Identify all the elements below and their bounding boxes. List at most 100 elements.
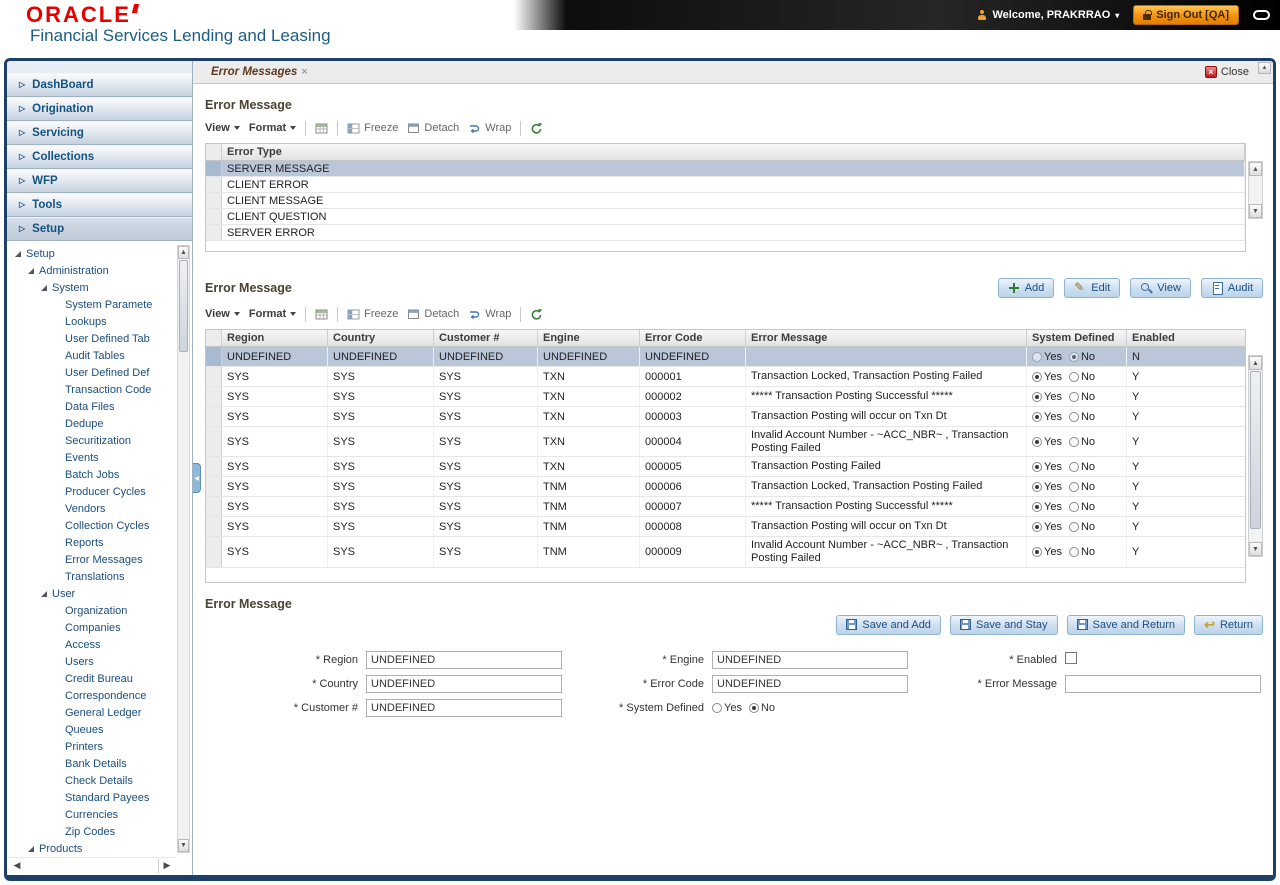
sidebar-nav-item[interactable]: ▷ WFP — [7, 169, 192, 193]
wrap-button[interactable]: Wrap — [468, 122, 511, 135]
tree-row[interactable]: User — [7, 585, 176, 602]
tree-row[interactable]: General Ledger — [7, 704, 176, 721]
tree-row[interactable]: Translations — [7, 568, 176, 585]
format-menu[interactable]: Format — [249, 308, 296, 320]
view-menu[interactable]: View — [205, 308, 240, 320]
export-to-excel-button[interactable] — [315, 308, 328, 321]
sidebar-nav-item[interactable]: ▷ Servicing — [7, 121, 192, 145]
action-button[interactable]: Edit — [1064, 278, 1120, 298]
column-header-error-type[interactable]: Error Type — [222, 144, 1245, 160]
radio-no-icon[interactable] — [1069, 412, 1079, 422]
error-type-row[interactable]: CLIENT ERROR — [206, 177, 1245, 193]
scroll-down-icon[interactable]: ▼ — [1249, 204, 1262, 218]
view-menu[interactable]: View — [205, 122, 240, 134]
refresh-button[interactable] — [530, 122, 543, 135]
column-header-enabled[interactable]: Enabled — [1127, 330, 1245, 346]
error-message-row[interactable]: SYS SYS SYS TNM 000009 Invalid Account N… — [206, 537, 1245, 567]
detach-button[interactable]: Detach — [407, 308, 459, 321]
tree-row[interactable]: System — [7, 279, 176, 296]
form-system-defined-yes-icon[interactable] — [712, 703, 722, 713]
tree-row[interactable]: Transaction Code — [7, 381, 176, 398]
scroll-up-icon[interactable]: ▲ — [1249, 356, 1262, 370]
tree-row[interactable]: Collection Cycles — [7, 517, 176, 534]
column-header-engine[interactable]: Engine — [538, 330, 640, 346]
scroll-right-icon[interactable]: ▶ — [159, 859, 175, 873]
radio-no-icon[interactable] — [1069, 372, 1079, 382]
sidebar-nav-item[interactable]: ▷ Origination — [7, 97, 192, 121]
error-type-row[interactable]: SERVER ERROR — [206, 225, 1245, 241]
sidebar-nav-item[interactable]: ▷ Collections — [7, 145, 192, 169]
tree-row[interactable]: Check Details — [7, 772, 176, 789]
error-message-row[interactable]: SYS SYS SYS TNM 000007 ***** Transaction… — [206, 497, 1245, 517]
tree-row[interactable]: Data Files — [7, 398, 176, 415]
tree-row[interactable]: Organization — [7, 602, 176, 619]
tree-row[interactable]: Correspondence — [7, 687, 176, 704]
radio-yes-icon[interactable] — [1032, 462, 1042, 472]
sign-out-button[interactable]: Sign Out [QA] — [1133, 5, 1239, 25]
scrollbar-thumb[interactable] — [179, 260, 188, 352]
return-button[interactable]: ↩ Return — [1194, 615, 1263, 635]
tree-row[interactable]: Zip Codes — [7, 823, 176, 840]
tree-row[interactable]: Currencies — [7, 806, 176, 823]
tree-row[interactable]: Events — [7, 449, 176, 466]
tree-row[interactable]: Administration — [7, 262, 176, 279]
radio-no-icon[interactable] — [1069, 392, 1079, 402]
error-message-row[interactable]: SYS SYS SYS TXN 000003 Transaction Posti… — [206, 407, 1245, 427]
error-message-row[interactable]: SYS SYS SYS TXN 000002 ***** Transaction… — [206, 387, 1245, 407]
scroll-left-icon[interactable]: ◀ — [9, 859, 25, 873]
column-header-error-code[interactable]: Error Code — [640, 330, 746, 346]
tree-row[interactable]: Printers — [7, 738, 176, 755]
column-header-country[interactable]: Country — [328, 330, 434, 346]
radio-no-icon[interactable] — [1069, 462, 1079, 472]
tree-scrollbar[interactable]: ▲ ▼ — [177, 245, 190, 853]
radio-no-icon[interactable] — [1069, 522, 1079, 532]
error-message-row[interactable]: SYS SYS SYS TXN 000004 Invalid Account N… — [206, 427, 1245, 457]
tree-row[interactable]: Bank Details — [7, 755, 176, 772]
tree-row[interactable]: Vendors — [7, 500, 176, 517]
error-message-row[interactable]: SYS SYS SYS TNM 000008 Transaction Posti… — [206, 517, 1245, 537]
tree-row[interactable]: User Defined Def — [7, 364, 176, 381]
user-menu[interactable]: Welcome, PRAKRRAO ▾ — [977, 9, 1120, 21]
radio-no-icon[interactable] — [1069, 482, 1079, 492]
freeze-button[interactable]: Freeze — [347, 122, 398, 135]
tree-row[interactable]: Standard Payees — [7, 789, 176, 806]
action-button[interactable]: Add — [998, 278, 1055, 298]
error-message-scrollbar[interactable]: ▲ ▼ — [1248, 355, 1263, 557]
scroll-up-icon[interactable]: ▲ — [1258, 62, 1271, 74]
sidebar-nav-item[interactable]: ▷ Tools — [7, 193, 192, 217]
save-button[interactable]: Save and Stay — [950, 615, 1058, 635]
tree-row[interactable]: Users — [7, 653, 176, 670]
radio-yes-icon[interactable] — [1032, 412, 1042, 422]
action-button[interactable]: View — [1130, 278, 1191, 298]
error-message-row[interactable]: UNDEFINED UNDEFINED UNDEFINED UNDEFINED … — [206, 347, 1245, 367]
tree-row[interactable]: Error Messages — [7, 551, 176, 568]
radio-yes-icon[interactable] — [1032, 437, 1042, 447]
error-message-field[interactable] — [1065, 675, 1261, 693]
tree-row[interactable]: Credit Bureau — [7, 670, 176, 687]
scrollbar-thumb[interactable] — [1250, 371, 1261, 529]
tree-row[interactable]: Setup — [7, 245, 176, 262]
scroll-down-icon[interactable]: ▼ — [178, 839, 189, 852]
radio-no-icon[interactable] — [1069, 352, 1079, 362]
radio-yes-icon[interactable] — [1032, 482, 1042, 492]
radio-no-icon[interactable] — [1069, 437, 1079, 447]
radio-yes-icon[interactable] — [1032, 392, 1042, 402]
sidebar-nav-item[interactable]: ▷ DashBoard — [7, 73, 192, 97]
radio-yes-icon[interactable] — [1032, 547, 1042, 557]
detach-button[interactable]: Detach — [407, 122, 459, 135]
country-field[interactable] — [366, 675, 562, 693]
close-button[interactable]: × Close — [1205, 66, 1249, 78]
error-message-row[interactable]: SYS SYS SYS TXN 000005 Transaction Posti… — [206, 457, 1245, 477]
tab-close-icon[interactable]: × — [301, 66, 307, 78]
tree-row[interactable]: User Defined Tab — [7, 330, 176, 347]
format-menu[interactable]: Format — [249, 122, 296, 134]
save-button[interactable]: Save and Add — [836, 615, 941, 635]
error-message-row[interactable]: SYS SYS SYS TNM 000006 Transaction Locke… — [206, 477, 1245, 497]
region-field[interactable] — [366, 651, 562, 669]
error-type-scrollbar[interactable]: ▲ ▼ — [1248, 161, 1263, 219]
tree-row[interactable]: Audit Tables — [7, 347, 176, 364]
export-to-excel-button[interactable] — [315, 122, 328, 135]
radio-no-icon[interactable] — [1069, 502, 1079, 512]
engine-field[interactable] — [712, 651, 908, 669]
scroll-up-icon[interactable]: ▲ — [1249, 162, 1262, 176]
